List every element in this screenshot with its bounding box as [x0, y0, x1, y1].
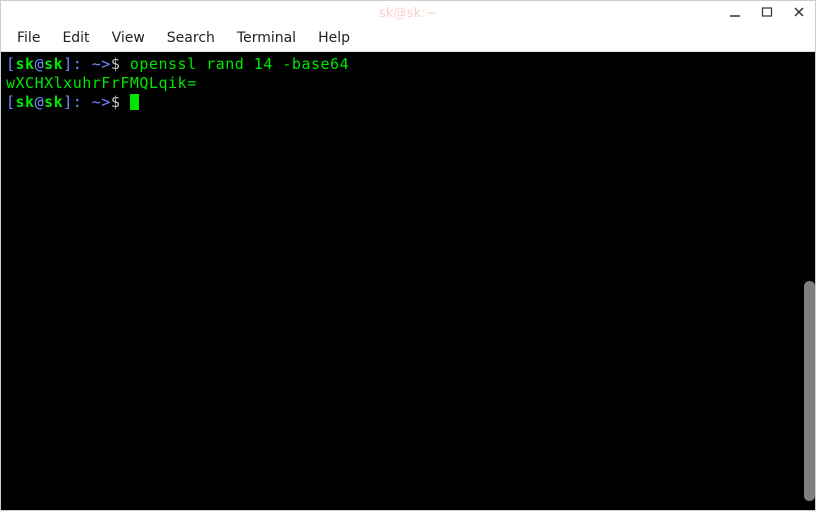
menu-file[interactable]: File [7, 27, 50, 49]
terminal-content: [sk@sk]: ~>$ openssl rand 14 -base64 wXC… [1, 52, 815, 115]
maximize-button[interactable] [757, 3, 777, 21]
prompt-bracket: ] [63, 55, 73, 73]
prompt-bracket: [ [6, 55, 16, 73]
cursor [130, 94, 139, 110]
menu-help[interactable]: Help [308, 27, 360, 49]
menubar: File Edit View Search Terminal Help [1, 25, 815, 52]
prompt-bracket: ] [63, 93, 73, 111]
output-text: wXCHXlxuhrFrFMQLqik= [6, 74, 197, 92]
prompt-host: sk [44, 93, 63, 111]
prompt-at: @ [35, 55, 45, 73]
minimize-button[interactable] [725, 3, 745, 21]
scrollbar[interactable] [804, 52, 815, 510]
close-button[interactable] [789, 3, 809, 21]
menu-terminal[interactable]: Terminal [227, 27, 306, 49]
minimize-icon [729, 6, 741, 18]
prompt-path: : ~> [73, 55, 111, 73]
menu-edit[interactable]: Edit [52, 27, 99, 49]
window-title: sk@sk:~ [379, 6, 437, 21]
prompt-user: sk [16, 93, 35, 111]
prompt-host: sk [44, 55, 63, 73]
prompt-dollar: $ [111, 93, 130, 111]
prompt-at: @ [35, 93, 45, 111]
maximize-icon [761, 6, 773, 18]
menu-view[interactable]: View [102, 27, 155, 49]
prompt-bracket: [ [6, 93, 16, 111]
menu-search[interactable]: Search [157, 27, 225, 49]
terminal-area[interactable]: [sk@sk]: ~>$ openssl rand 14 -base64 wXC… [1, 52, 815, 510]
command-text: openssl rand 14 -base64 [130, 55, 349, 73]
scrollbar-thumb[interactable] [804, 281, 815, 501]
titlebar: sk@sk:~ [1, 1, 815, 25]
window-controls [725, 3, 809, 21]
prompt-dollar: $ [111, 55, 130, 73]
terminal-window: sk@sk:~ File Edit View Sear [0, 0, 816, 511]
prompt-user: sk [16, 55, 35, 73]
prompt-path: : ~> [73, 93, 111, 111]
close-icon [793, 6, 805, 18]
